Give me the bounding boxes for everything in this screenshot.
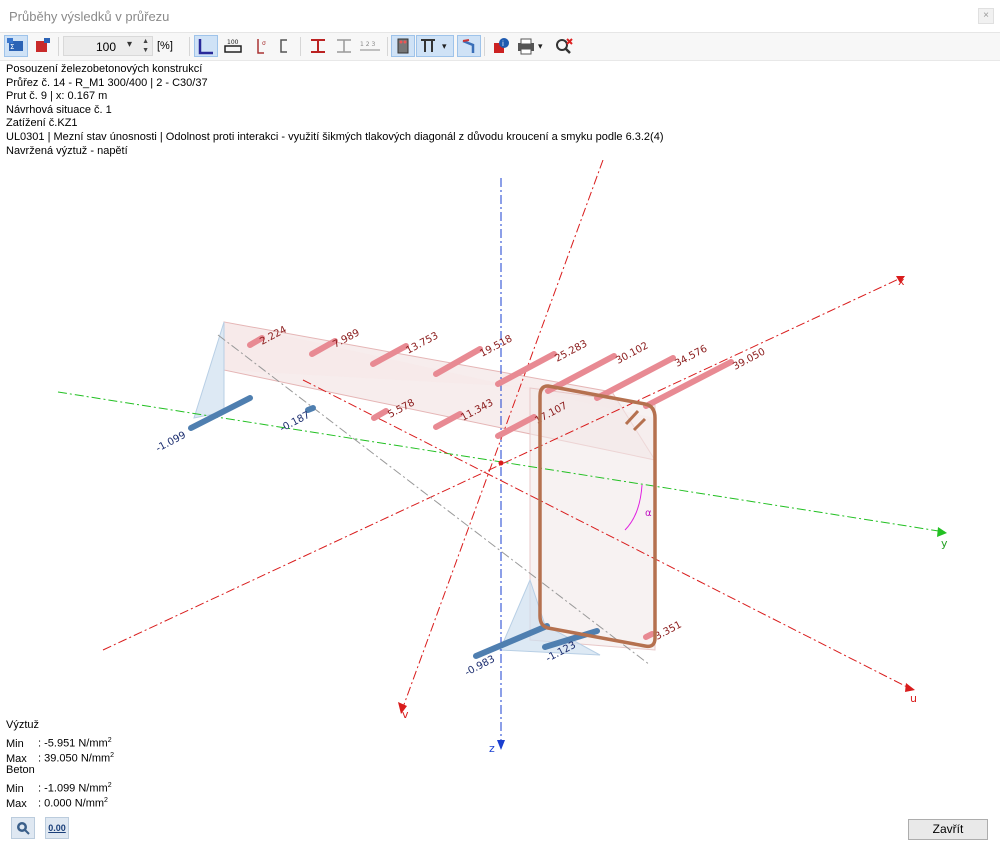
v-axis-label: v (402, 708, 409, 721)
rebar-max-value: : 39.050 N/mm (38, 752, 111, 765)
y-axis-arrow (937, 527, 947, 537)
info-line: Posouzení železobetonových konstrukcí (6, 63, 203, 75)
print-icon[interactable]: ▾ (514, 35, 548, 57)
z-axis-arrow (497, 740, 505, 750)
info-panel: Posouzení železobetonových konstrukcí Pr… (6, 63, 663, 158)
concrete-max-label: Max (6, 797, 27, 810)
unit-exponent: 2 (107, 782, 112, 789)
angle-label: α (645, 508, 652, 519)
rebar-dropdown-icon[interactable]: ▾ (416, 35, 454, 57)
title-bar: Průběhy výsledků v průřezu × (0, 0, 1000, 33)
view-3d-icon[interactable] (457, 35, 481, 57)
unit-exponent: 2 (104, 797, 108, 804)
info-line: Průřez č. 14 - R_M1 300/400 | 2 - C30/37 (6, 76, 208, 89)
rebar-icon[interactable] (391, 35, 415, 57)
concrete-max-value: : 0.000 N/mm (38, 797, 105, 810)
window-title: Průběhy výsledků v průřezu (9, 9, 170, 24)
section-values-icon[interactable]: Σ (4, 35, 28, 57)
close-button[interactable]: Zavřít (908, 819, 988, 840)
result-diagram-icon[interactable] (194, 35, 218, 57)
rebar-stress-label: 25.283 (553, 339, 589, 365)
svg-text:100: 100 (227, 39, 239, 46)
rebar-stress-label: 13.753 (404, 331, 440, 357)
concrete-heading: Beton (6, 764, 35, 776)
info-icon[interactable]: i (489, 35, 513, 57)
rebar-stress-label: 19.518 (478, 334, 514, 360)
section-values-alt-icon[interactable] (30, 35, 54, 57)
section-diagram[interactable]: x y z u v 2.224 7.989 13.753 19.518 25.2… (0, 160, 1000, 760)
beam-section-icon[interactable] (306, 35, 330, 57)
zoom-unit: [%] (157, 40, 173, 52)
y-axis-label: y (941, 537, 948, 550)
tension-bar (594, 355, 676, 401)
toolbar: Σ 100 ▾ ▲ ▼ [%] 100 σ 1 2 3 ▾ i ▾ (0, 33, 1000, 61)
compression-bar (305, 405, 316, 413)
info-line: Návrhová situace č. 1 (6, 103, 112, 116)
x-axis-label: x (898, 275, 905, 288)
info-line: Navržená výztuž - napětí (6, 144, 128, 157)
numbering-icon[interactable]: 1 2 3 (358, 35, 382, 57)
rebar-stress-label: 3.351 (653, 619, 683, 642)
rebar-stress-label: 34.576 (673, 344, 709, 370)
section-origin (498, 460, 504, 466)
results-summary: Výztuž Min: -5.951 N/mm2 Max: 39.050 N/m… (6, 718, 115, 810)
info-line: UL0301 | Mezní stav únosnosti | Odolnost… (6, 130, 664, 143)
zoom-value: 100 (95, 40, 116, 54)
dimension-icon[interactable]: 100 (221, 35, 245, 57)
chevron-down-icon[interactable]: ▾ (127, 39, 132, 50)
rebar-stress-label: 30.102 (614, 341, 650, 367)
rebar-stress-label: -1.099 (154, 430, 188, 455)
z-axis-label: z (489, 742, 495, 755)
svg-text:1 2 3: 1 2 3 (360, 41, 375, 48)
section-outline-icon[interactable] (273, 35, 297, 57)
tension-bar (371, 408, 389, 421)
values-display-button[interactable]: 0.00 (45, 817, 69, 839)
rebar-heading: Výztuž (6, 719, 40, 731)
values-icon-text: 0.00 (48, 823, 66, 833)
rebar-stress-label: 39.050 (731, 347, 767, 373)
svg-text:σ: σ (262, 40, 266, 47)
info-line: Zatížení č.KZ1 (6, 117, 78, 130)
beam-section-outline-icon[interactable] (332, 35, 356, 57)
zoom-reset-icon[interactable] (552, 35, 576, 57)
u-axis-label: u (910, 692, 917, 705)
info-line: Prut č. 9 | x: 0.167 m (6, 90, 108, 103)
zoom-stepper[interactable]: ▲ ▼ (142, 37, 149, 55)
stress-icon[interactable]: σ (250, 35, 274, 57)
unit-exponent: 2 (107, 737, 112, 744)
window-close-button[interactable]: × (978, 8, 994, 24)
search-icon[interactable] (11, 817, 35, 839)
zoom-input[interactable]: 100 ▾ ▲ ▼ (63, 36, 153, 56)
unit-exponent: 2 (110, 752, 115, 759)
u-axis-arrow (905, 683, 915, 692)
svg-text:▾: ▾ (538, 41, 543, 51)
svg-text:i: i (502, 40, 504, 48)
tension-bar (643, 631, 655, 640)
svg-text:Σ: Σ (10, 43, 14, 51)
svg-text:▾: ▾ (442, 41, 447, 51)
